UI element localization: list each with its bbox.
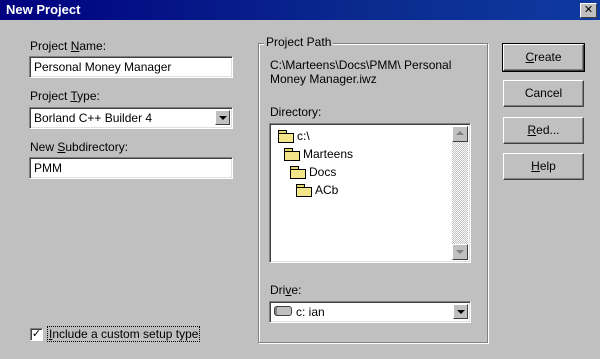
tree-item-acb[interactable]: ACb	[296, 182, 338, 198]
hard-drive-icon	[274, 306, 292, 316]
title-bar: New Project ✕	[0, 0, 600, 20]
tree-item-c-root[interactable]: c:\	[278, 128, 310, 144]
window-title: New Project	[6, 2, 81, 17]
open-folder-icon	[278, 130, 294, 143]
new-subdirectory-input[interactable]: PMM	[29, 157, 233, 179]
red-button[interactable]: Red...	[503, 117, 584, 144]
checkmark-icon: ✓	[31, 328, 42, 340]
custom-setup-checkbox[interactable]: ✓	[30, 328, 43, 341]
project-type-label: Project Type:	[30, 89, 100, 103]
create-button[interactable]: Create	[502, 43, 585, 72]
help-button[interactable]: Help	[503, 153, 584, 180]
chevron-down-icon[interactable]	[453, 304, 468, 319]
folder-icon	[296, 184, 312, 197]
project-type-select[interactable]: Borland C++ Builder 4	[29, 107, 233, 129]
project-name-label: Project Name:	[30, 39, 107, 53]
cancel-button[interactable]: Cancel	[503, 80, 584, 107]
project-path-group-title: Project Path	[264, 35, 334, 49]
open-folder-icon	[284, 148, 300, 161]
close-icon: ✕	[583, 4, 594, 16]
scroll-up-icon[interactable]	[452, 126, 468, 142]
scroll-down-icon[interactable]	[452, 244, 468, 260]
drive-value: c: ian	[274, 305, 325, 319]
tree-item-marteens[interactable]: Marteens	[284, 146, 353, 162]
project-path-line-1: C:\Marteens\Docs\PMM\ Personal	[270, 58, 452, 72]
open-folder-icon	[290, 166, 306, 179]
project-path-line-2: Money Manager.iwz	[270, 72, 377, 86]
new-project-dialog: New Project ✕ Project Name: Personal Mon…	[0, 0, 600, 359]
close-button[interactable]: ✕	[580, 3, 597, 18]
chevron-down-icon[interactable]	[215, 110, 230, 125]
drive-label: Drive:	[270, 283, 302, 297]
new-subdirectory-label: New Subdirectory:	[30, 140, 129, 154]
project-name-input[interactable]: Personal Money Manager	[29, 56, 233, 78]
project-type-value: Borland C++ Builder 4	[34, 111, 153, 125]
tree-item-docs[interactable]: Docs	[290, 164, 336, 180]
directory-scrollbar[interactable]	[452, 126, 468, 260]
directory-tree[interactable]: c:\ Marteens Docs ACb	[269, 123, 471, 263]
custom-setup-label[interactable]: Include a custom setup type	[46, 326, 201, 342]
drive-select[interactable]: c: ian	[269, 301, 471, 323]
directory-label: Directory:	[270, 105, 322, 119]
